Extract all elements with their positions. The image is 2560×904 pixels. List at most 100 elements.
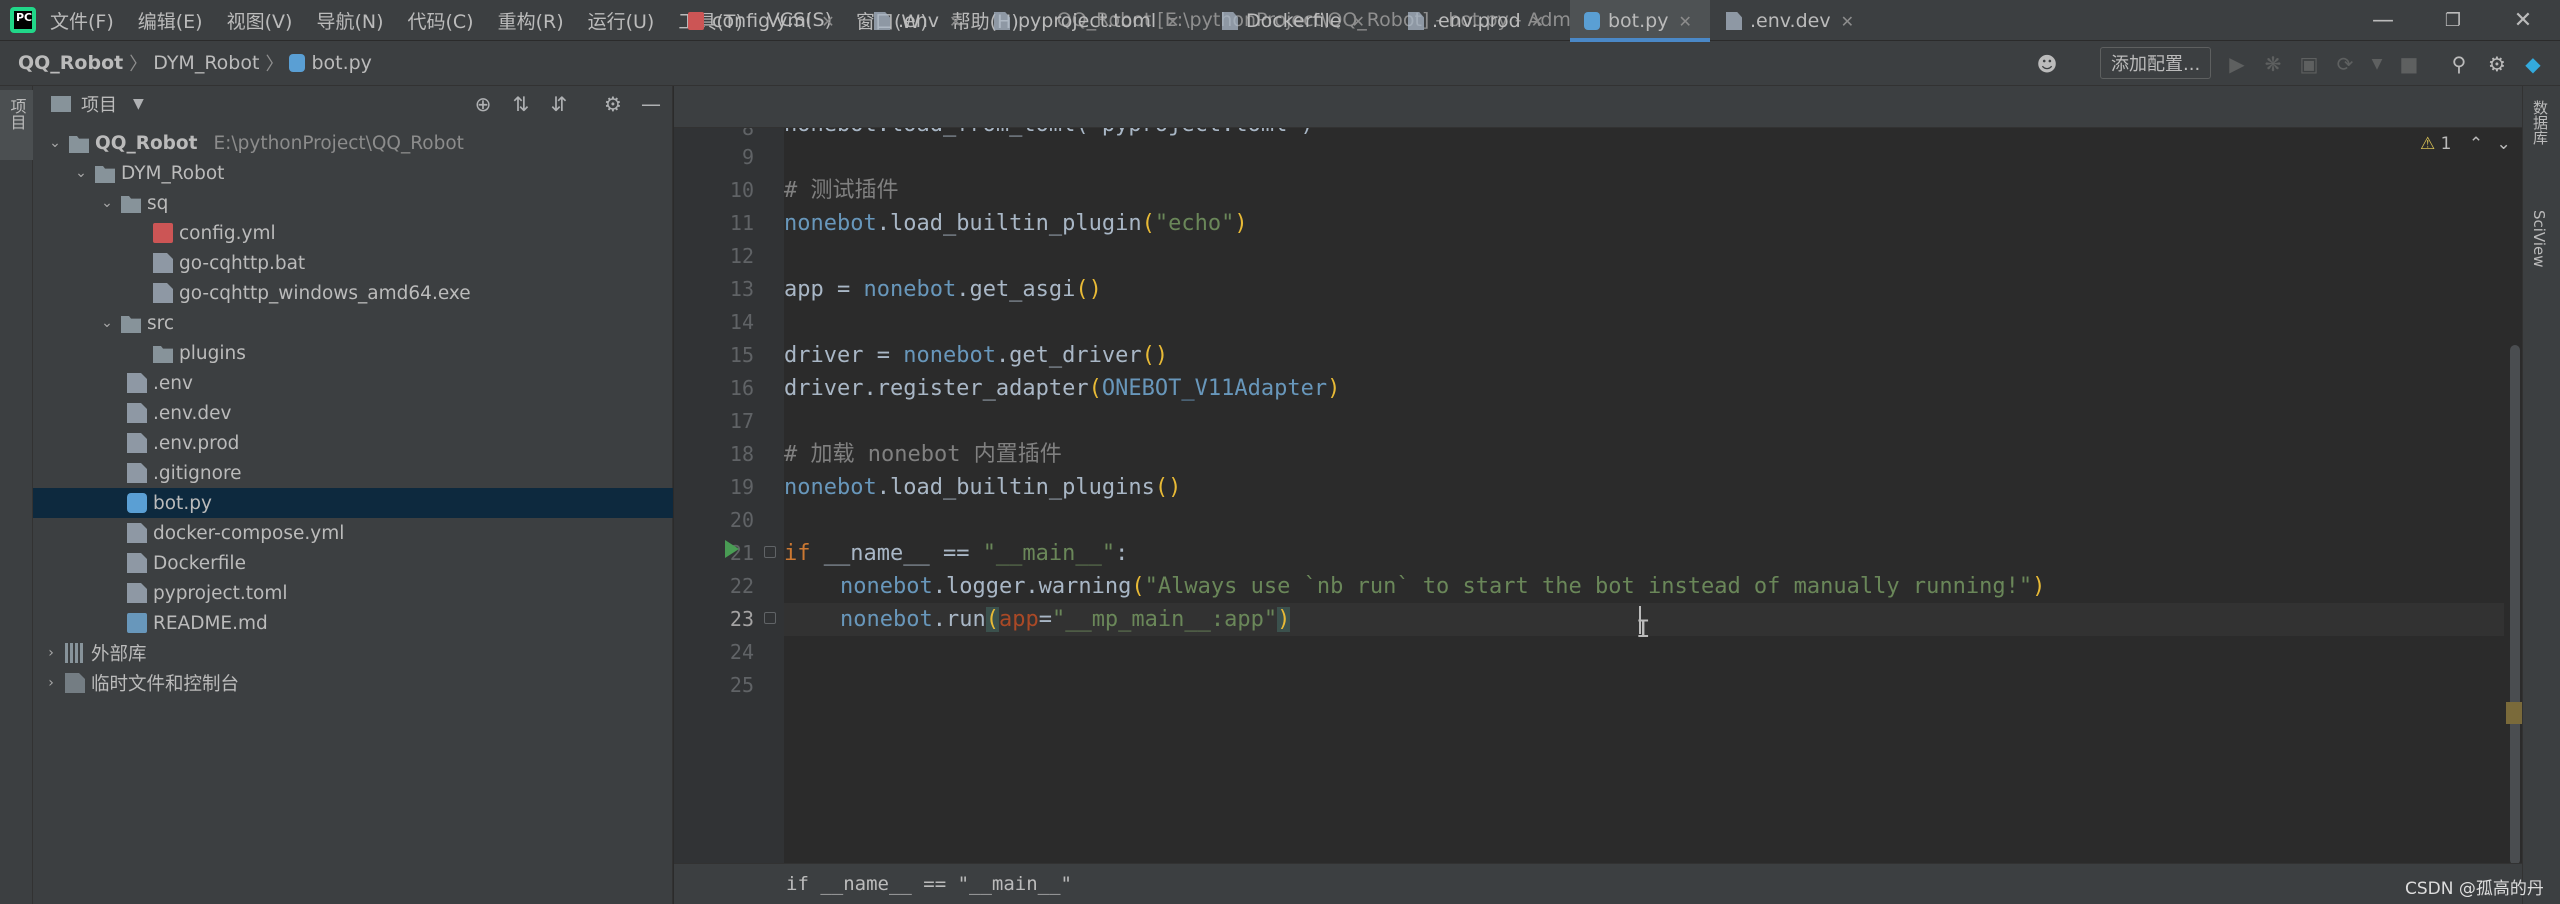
tree-item-label: 临时文件和控制台 <box>91 674 240 695</box>
search-icon[interactable]: ⚲ <box>2444 49 2474 79</box>
tree-item-dockerfile[interactable]: Dockerfile <box>33 548 673 578</box>
chevron-down-icon[interactable]: ⌄ <box>73 165 89 181</box>
minimize-icon[interactable]: — <box>2348 0 2418 40</box>
hide-icon[interactable]: — <box>637 90 665 118</box>
file-icon <box>127 403 147 423</box>
tree-item-scratches[interactable]: › 临时文件和控制台 <box>33 668 673 698</box>
project-tool-tab[interactable]: 项目 <box>0 90 33 160</box>
close-icon[interactable]: ✕ <box>1166 12 1179 31</box>
menu-edit[interactable]: 编辑(E) <box>138 7 203 34</box>
project-view-icon <box>51 96 71 112</box>
line-number: 14 <box>729 310 754 334</box>
locate-icon[interactable]: ⊕ <box>469 90 497 118</box>
close-icon[interactable]: ✕ <box>821 12 834 31</box>
pycharm-logo[interactable]: PC <box>10 7 36 33</box>
tree-item-external-libraries[interactable]: › 外部库 <box>33 638 673 668</box>
tree-item-env-prod[interactable]: .env.prod <box>33 428 673 458</box>
chevron-up-icon[interactable]: ⌃ <box>2469 134 2483 154</box>
tree-item-label: .env.dev <box>153 402 232 424</box>
tab-env-dev[interactable]: .env.dev ✕ <box>1712 0 1872 42</box>
code-breadcrumb[interactable]: if __name__ == "__main__" <box>786 873 1072 895</box>
add-configuration-button[interactable]: 添加配置... <box>2100 47 2212 79</box>
gear-icon[interactable]: ⚙ <box>2482 49 2512 79</box>
close-icon[interactable]: ✕ <box>949 12 962 31</box>
run-gutter-icon[interactable] <box>725 540 739 558</box>
user-icon[interactable]: ☻ <box>2032 49 2062 79</box>
gear-icon[interactable]: ⚙ <box>599 90 627 118</box>
tree-item-docker-compose[interactable]: docker-compose.yml <box>33 518 673 548</box>
fold-icon[interactable] <box>764 612 776 624</box>
inspection-widget[interactable]: ⚠ 1 ⌃ ⌄ <box>2420 134 2511 154</box>
chevron-down-icon[interactable]: ⌄ <box>99 315 115 331</box>
code-token: .logger.warning <box>932 574 1132 599</box>
tree-item-sq[interactable]: ⌄ sq <box>33 188 673 218</box>
tab-env[interactable]: .env ✕ <box>860 0 982 42</box>
run-icon[interactable]: ▶ <box>2222 49 2252 79</box>
project-panel-header: 项目 ▼ ⊕ ⇅ ⇵ ⚙ — <box>33 86 672 122</box>
chevron-down-icon[interactable]: ⌄ <box>47 135 63 151</box>
close-icon[interactable]: ✕ <box>2488 0 2558 40</box>
coverage-icon[interactable]: ▣ <box>2294 49 2324 79</box>
menu-run[interactable]: 运行(U) <box>588 7 655 34</box>
watermark: CSDN @孤高的丹 <box>2405 879 2544 899</box>
tree-item-config-yml[interactable]: config.yml <box>33 218 673 248</box>
tab-bot-py[interactable]: bot.py ✕ <box>1570 0 1710 42</box>
plugin-logo-icon[interactable]: ◆ <box>2518 49 2548 79</box>
tab-pyproject[interactable]: pyproject.toml ✕ <box>980 0 1208 42</box>
tab-env-prod[interactable]: .env.prod ✕ <box>1394 0 1570 42</box>
breadcrumb-project[interactable]: QQ_Robot <box>18 52 123 74</box>
tree-item-label: sq <box>147 192 169 214</box>
scrollbar-thumb[interactable] <box>2510 345 2520 865</box>
tree-item-env[interactable]: .env <box>33 368 673 398</box>
tree-item-env-dev[interactable]: .env.dev <box>33 398 673 428</box>
breadcrumb-file[interactable]: bot.py <box>311 52 371 74</box>
tab-dockerfile[interactable]: Dockerfile ✕ <box>1208 0 1394 42</box>
close-icon[interactable]: ✕ <box>1841 12 1854 31</box>
chevron-right-icon[interactable]: › <box>43 645 59 661</box>
line-number: 25 <box>729 673 754 697</box>
tree-item-readme[interactable]: README.md <box>33 608 673 638</box>
project-path: E:\pythonProject\QQ_Robot <box>213 132 464 154</box>
debug-icon[interactable]: ❋ <box>2258 49 2288 79</box>
file-icon <box>1726 12 1742 30</box>
expand-all-icon[interactable]: ⇅ <box>507 90 535 118</box>
tree-item-bot-py[interactable]: bot.py <box>33 488 673 518</box>
breadcrumb-folder[interactable]: DYM_Robot <box>153 52 259 74</box>
menu-view[interactable]: 视图(V) <box>227 7 293 34</box>
close-icon[interactable]: ✕ <box>1531 12 1544 31</box>
close-icon[interactable]: ✕ <box>1351 12 1364 31</box>
chevron-down-icon[interactable]: ⌄ <box>99 195 115 211</box>
close-icon[interactable]: ✕ <box>1678 12 1691 31</box>
menu-code[interactable]: 代码(C) <box>407 7 473 34</box>
sciview-tool-tab[interactable]: SciView <box>2530 210 2548 268</box>
menu-refactor[interactable]: 重构(R) <box>498 7 564 34</box>
chevron-down-icon[interactable]: ▼ <box>133 96 144 112</box>
toml-file-icon <box>994 12 1010 30</box>
code-token: nonebot <box>840 607 933 632</box>
tree-item-src[interactable]: ⌄ src <box>33 308 673 338</box>
menu-file[interactable]: 文件(F) <box>50 7 114 34</box>
profile-icon[interactable]: ⟳ <box>2330 49 2360 79</box>
tree-item-qq-robot[interactable]: ⌄ QQ_Robot E:\pythonProject\QQ_Robot <box>33 128 673 158</box>
tree-item-go-cqhttp-exe[interactable]: go-cqhttp_windows_amd64.exe <box>33 278 673 308</box>
tree-item-plugins[interactable]: plugins <box>33 338 673 368</box>
code-token: .get_driver <box>995 343 1142 368</box>
fold-icon[interactable] <box>764 546 776 558</box>
chevron-right-icon[interactable]: › <box>43 675 59 691</box>
tab-config-yml[interactable]: config.yml ✕ <box>674 0 850 42</box>
code-comment: # 测试插件 <box>784 178 899 203</box>
error-stripe-mark[interactable] <box>2506 702 2522 724</box>
code-line-21: if __name__ == "__main__": <box>784 537 1128 570</box>
tree-item-pyproject[interactable]: pyproject.toml <box>33 578 673 608</box>
collapse-all-icon[interactable]: ⇵ <box>545 90 573 118</box>
menu-navigate[interactable]: 导航(N) <box>316 7 383 34</box>
tree-item-dym-robot[interactable]: ⌄ DYM_Robot <box>33 158 673 188</box>
project-panel-title[interactable]: 项目 <box>81 91 117 117</box>
chevron-down-icon[interactable]: ▼ <box>2362 49 2392 79</box>
database-tool-tab[interactable]: 数据库 <box>2530 100 2551 145</box>
tree-item-gitignore[interactable]: .gitignore <box>33 458 673 488</box>
restore-icon[interactable]: ❐ <box>2418 0 2488 40</box>
stop-icon[interactable]: ■ <box>2394 49 2424 79</box>
tree-item-go-cqhttp-bat[interactable]: go-cqhttp.bat <box>33 248 673 278</box>
code-line-11: nonebot.load_builtin_plugin("echo") <box>784 211 1248 236</box>
